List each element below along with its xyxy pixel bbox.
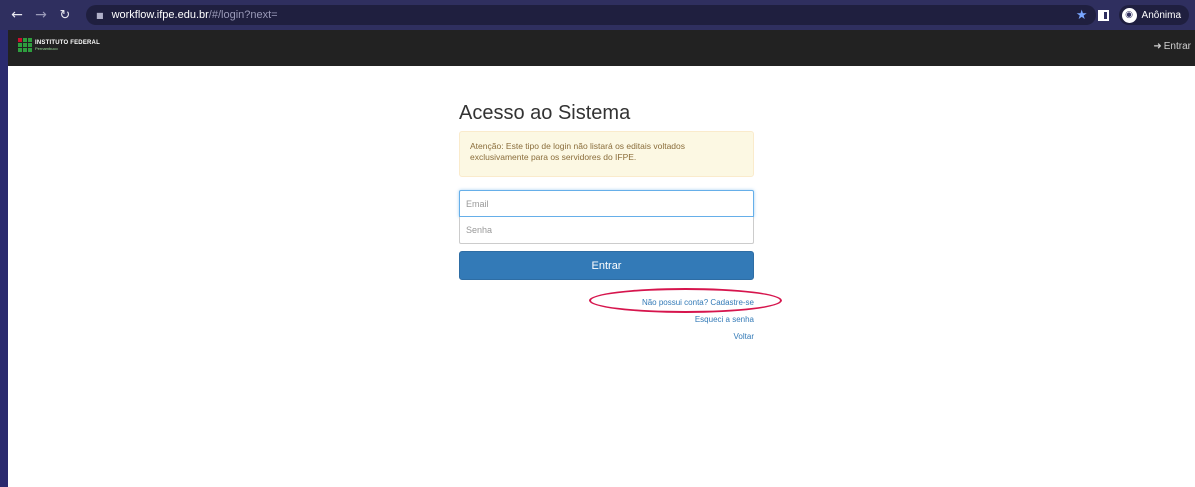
- submit-button[interactable]: Entrar: [459, 251, 754, 280]
- reload-icon[interactable]: ↻: [56, 8, 74, 23]
- page-viewport: INSTITUTO FEDERAL Pernambuco ➜ Entrar Ac…: [8, 30, 1195, 487]
- login-form: Acesso ao Sistema Atenção: Este tipo de …: [459, 102, 782, 345]
- incognito-icon: ◉: [1121, 7, 1137, 23]
- back-icon[interactable]: ←: [8, 7, 26, 23]
- forward-icon[interactable]: →: [32, 7, 50, 23]
- register-link[interactable]: Não possui conta? Cadastre-se: [459, 288, 782, 313]
- browser-actions: ★ ◉ Anônima: [1076, 5, 1189, 25]
- ifpe-logo[interactable]: INSTITUTO FEDERAL Pernambuco: [18, 38, 100, 52]
- header-login-link[interactable]: ➜ Entrar: [1153, 41, 1191, 52]
- password-placeholder: Senha: [466, 225, 493, 235]
- warning-alert: Atenção: Este tipo de login não listará …: [459, 131, 754, 177]
- forgot-password-link[interactable]: Esqueci a senha: [459, 311, 754, 328]
- back-link[interactable]: Voltar: [459, 328, 754, 345]
- lock-icon[interactable]: ■: [96, 11, 104, 20]
- login-icon: ➜: [1153, 41, 1162, 52]
- side-panel-icon[interactable]: [1097, 9, 1109, 21]
- profile-chip[interactable]: ◉ Anônima: [1118, 5, 1189, 25]
- logo-title: INSTITUTO FEDERAL: [35, 39, 100, 46]
- site-header: INSTITUTO FEDERAL Pernambuco ➜ Entrar: [8, 30, 1195, 66]
- browser-toolbar: ← → ↻ ■ workflow.ifpe.edu.br/#/login?nex…: [0, 0, 1195, 30]
- star-icon[interactable]: ★: [1076, 8, 1088, 23]
- address-bar[interactable]: ■ workflow.ifpe.edu.br/#/login?next=: [86, 5, 1096, 25]
- url-path: /#/login?next=: [208, 9, 278, 21]
- header-login-label: Entrar: [1163, 41, 1191, 52]
- password-field[interactable]: Senha: [459, 217, 754, 244]
- url-host: workflow.ifpe.edu.br: [111, 9, 209, 21]
- profile-label: Anônima: [1141, 9, 1181, 21]
- email-placeholder: Email: [466, 198, 489, 209]
- logo-icon: [18, 38, 32, 52]
- page-title: Acesso ao Sistema: [459, 102, 631, 124]
- form-links: Não possui conta? Cadastre-se Esqueci a …: [459, 288, 782, 345]
- highlight-annotation: [589, 288, 782, 313]
- logo-subtitle: Pernambuco: [35, 45, 58, 51]
- email-field[interactable]: Email: [459, 190, 754, 217]
